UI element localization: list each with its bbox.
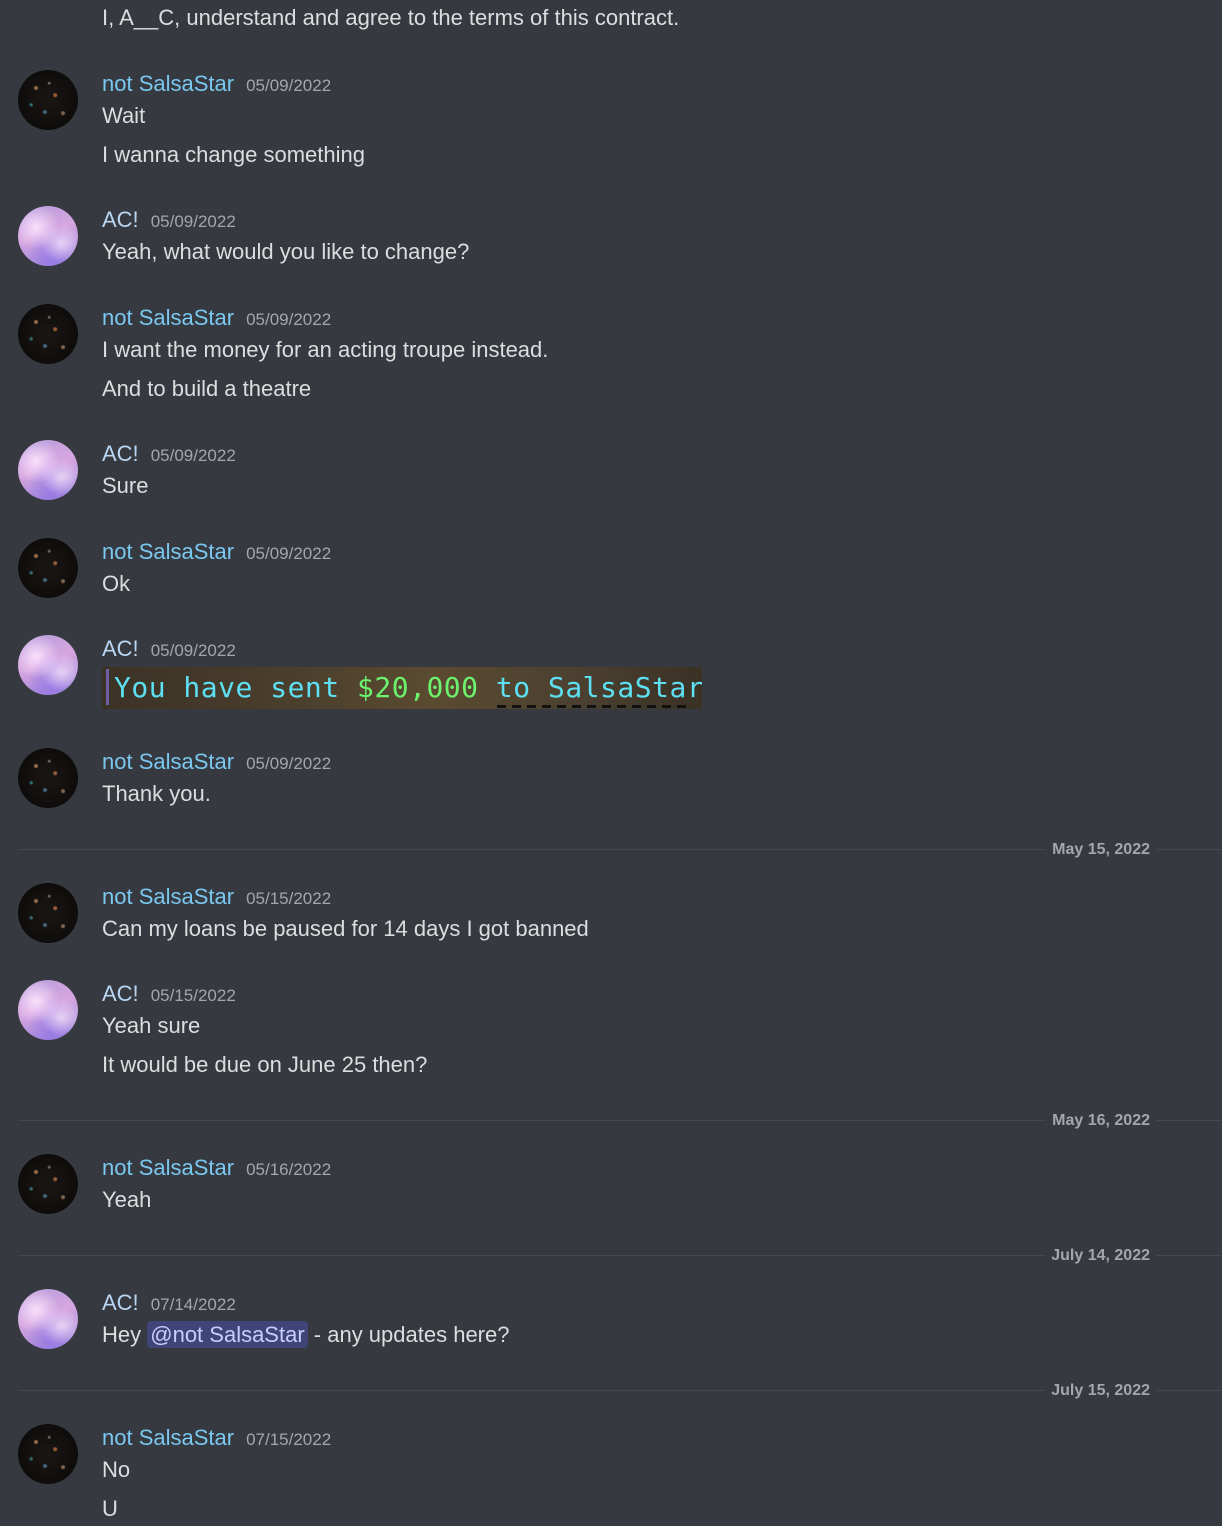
- avatar[interactable]: [18, 635, 78, 695]
- message-text: No: [102, 1457, 131, 1482]
- timestamp: 05/09/2022: [246, 754, 332, 773]
- username[interactable]: AC!: [102, 440, 139, 468]
- avatar[interactable]: [18, 206, 78, 266]
- message-text: Sure: [102, 473, 149, 498]
- message-text: Wait: [102, 103, 146, 128]
- username[interactable]: AC!: [102, 1289, 139, 1317]
- message-text: I wanna change something: [102, 142, 365, 167]
- username[interactable]: not SalsaStar: [102, 538, 234, 566]
- timestamp: 05/15/2022: [246, 889, 332, 908]
- username[interactable]: not SalsaStar: [102, 1424, 234, 1452]
- avatar[interactable]: [18, 538, 78, 598]
- avatar[interactable]: [18, 883, 78, 943]
- divider-line: [18, 1390, 1222, 1391]
- image-border: [106, 669, 109, 705]
- message-text: Thank you.: [102, 781, 211, 806]
- divider-date: July 15, 2022: [1045, 1381, 1156, 1401]
- timestamp: 07/15/2022: [246, 1430, 332, 1449]
- avatar[interactable]: [18, 980, 78, 1040]
- username[interactable]: not SalsaStar: [102, 1154, 234, 1182]
- avatar[interactable]: [18, 304, 78, 364]
- avatar[interactable]: [18, 1289, 78, 1349]
- image-text: You have sent $20,000 to SalsaStar.: [114, 671, 702, 704]
- username[interactable]: AC!: [102, 980, 139, 1008]
- avatar[interactable]: [18, 1424, 78, 1484]
- image-dots: [497, 705, 692, 708]
- message-text: I want the money for an acting troupe in…: [102, 337, 549, 362]
- message-text: Yeah: [102, 1187, 152, 1212]
- timestamp: 05/16/2022: [246, 1160, 332, 1179]
- message-text: I, A__C, understand and agree to the ter…: [102, 5, 680, 30]
- username[interactable]: not SalsaStar: [102, 304, 234, 332]
- message-text: Hey @not SalsaStar - any updates here?: [102, 1321, 510, 1348]
- message-text: Yeah, what would you like to change?: [102, 239, 470, 264]
- username[interactable]: not SalsaStar: [102, 883, 234, 911]
- divider-line: [18, 849, 1222, 850]
- message-text: It would be due on June 25 then?: [102, 1052, 428, 1077]
- date-divider: July 15, 2022: [18, 1381, 1222, 1401]
- timestamp: 07/14/2022: [150, 1295, 236, 1314]
- avatar[interactable]: [18, 70, 78, 130]
- timestamp: 05/15/2022: [150, 986, 236, 1005]
- avatar[interactable]: [18, 1154, 78, 1214]
- divider-date: July 14, 2022: [1045, 1246, 1156, 1266]
- message-text: And to build a theatre: [102, 376, 312, 401]
- timestamp: 05/09/2022: [150, 212, 236, 231]
- divider-date: May 16, 2022: [1046, 1111, 1156, 1131]
- date-divider: May 15, 2022: [18, 840, 1222, 860]
- divider-line: [18, 1120, 1222, 1121]
- message-text: U: [102, 1496, 118, 1521]
- chat-messages: I, A__C, understand and agree to the ter…: [0, 0, 1222, 1526]
- timestamp: 05/09/2022: [246, 76, 332, 95]
- message-text: Ok: [102, 571, 131, 596]
- timestamp: 05/09/2022: [150, 641, 236, 660]
- avatar[interactable]: [18, 748, 78, 808]
- divider-line: [18, 1255, 1222, 1256]
- user-mention[interactable]: @not SalsaStar: [147, 1321, 308, 1348]
- username[interactable]: AC!: [102, 206, 139, 234]
- avatar[interactable]: [18, 440, 78, 500]
- timestamp: 05/09/2022: [246, 310, 332, 329]
- message-text: Yeah sure: [102, 1013, 201, 1038]
- message-text: Can my loans be paused for 14 days I got…: [102, 916, 589, 941]
- timestamp: 05/09/2022: [246, 544, 332, 563]
- divider-date: May 15, 2022: [1046, 840, 1156, 860]
- date-divider: July 14, 2022: [18, 1246, 1222, 1266]
- username[interactable]: not SalsaStar: [102, 70, 234, 98]
- username[interactable]: not SalsaStar: [102, 748, 234, 776]
- date-divider: May 16, 2022: [18, 1111, 1222, 1131]
- image-attachment[interactable]: You have sent $20,000 to SalsaStar.: [102, 667, 702, 709]
- timestamp: 05/09/2022: [150, 446, 236, 465]
- username[interactable]: AC!: [102, 635, 139, 663]
